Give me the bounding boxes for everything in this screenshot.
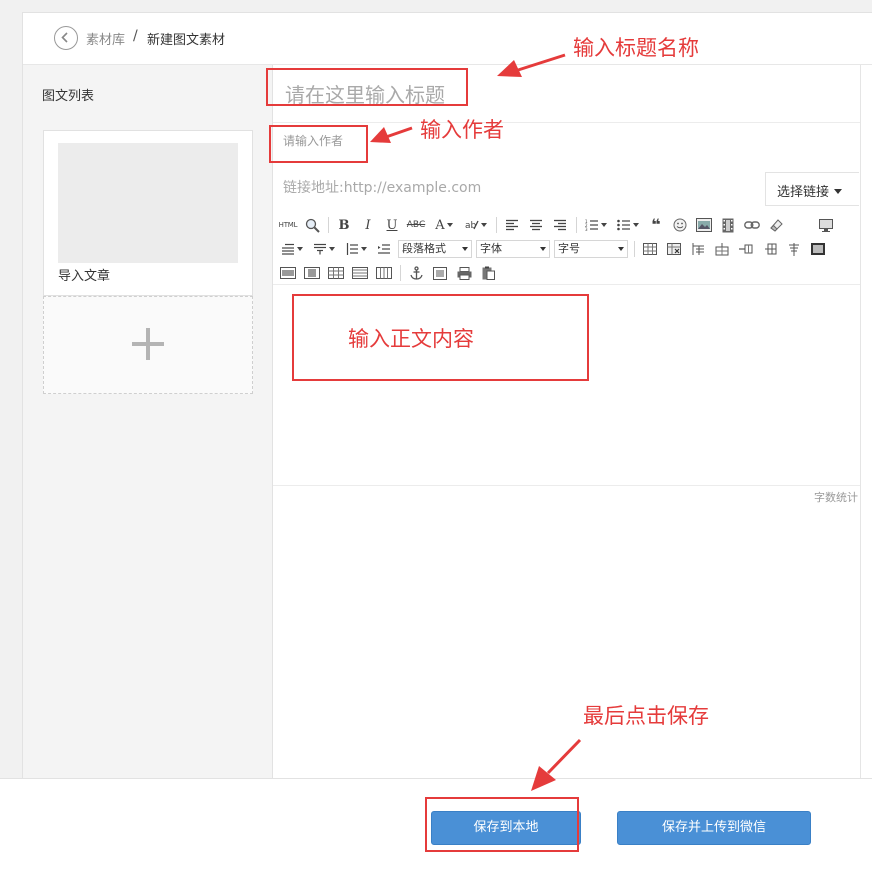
plus-icon (132, 328, 164, 360)
preview-screen-icon[interactable] (816, 216, 836, 234)
breadcrumb-library-link[interactable]: 素材库 (86, 29, 125, 48)
split-rows-icon[interactable] (350, 264, 370, 282)
select-link-button[interactable]: 选择链接 (765, 172, 859, 206)
delete-column-icon[interactable] (784, 240, 804, 258)
action-bar: 保存到本地 保存并上传到微信 (0, 778, 872, 870)
video-icon[interactable] (718, 216, 738, 234)
html-source-label: HTML (278, 221, 298, 229)
link-icon[interactable] (742, 216, 762, 234)
delete-table-icon[interactable] (664, 240, 684, 258)
font-color-label: A (435, 217, 445, 233)
insert-table-icon[interactable] (640, 240, 660, 258)
align-right-icon[interactable] (550, 216, 570, 234)
chevron-left-icon (61, 32, 68, 43)
material-editor-card: 素材库 / 新建图文素材 图文列表 导入文章 选择链接 HTML (22, 12, 872, 779)
select-link-label: 选择链接 (777, 185, 830, 200)
row-spacing-icon[interactable] (342, 240, 370, 258)
article-editor: 选择链接 HTML B I U ABC A ab (273, 65, 860, 779)
underline-button[interactable]: U (382, 216, 402, 234)
anchor-icon[interactable] (406, 264, 426, 282)
merge-down-icon[interactable] (302, 264, 322, 282)
html-source-button[interactable]: HTML (278, 216, 298, 234)
emoji-icon[interactable] (670, 216, 690, 234)
toolbar-separator (400, 265, 401, 281)
split-cells-icon[interactable] (326, 264, 346, 282)
paragraph-format-select[interactable]: 段落格式 (398, 240, 472, 258)
ordered-list-icon[interactable]: 123 (582, 216, 610, 234)
article-card[interactable]: 导入文章 (43, 130, 253, 296)
article-label: 导入文章 (58, 269, 111, 284)
breadcrumb-separator: / (133, 28, 138, 44)
font-family-select[interactable]: 字体 (476, 240, 550, 258)
line-height-icon[interactable] (278, 240, 306, 258)
breadcrumb: 素材库 / 新建图文素材 (23, 13, 872, 65)
italic-button[interactable]: I (358, 216, 378, 234)
title-input[interactable] (273, 65, 860, 123)
svg-text:3: 3 (585, 227, 588, 231)
insert-paragraph-before-table-icon[interactable] (688, 240, 708, 258)
underline-label: U (386, 217, 398, 233)
font-color-button[interactable]: A (430, 216, 458, 234)
blockquote-icon[interactable]: ❝ (646, 216, 666, 234)
bold-button[interactable]: B (334, 216, 354, 234)
indent-icon[interactable] (374, 240, 394, 258)
article-thumbnail (58, 143, 238, 263)
italic-label: I (365, 217, 371, 233)
paste-plain-icon[interactable] (478, 264, 498, 282)
word-count: 字数统计 (814, 491, 858, 504)
insert-column-icon[interactable] (760, 240, 780, 258)
add-article-button[interactable] (43, 296, 253, 394)
breadcrumb-current: 新建图文素材 (147, 33, 226, 48)
insert-row-icon[interactable] (712, 240, 732, 258)
insert-frame-icon[interactable] (430, 264, 450, 282)
font-family-label: 字体 (480, 242, 502, 255)
merge-cells-icon[interactable] (808, 240, 828, 258)
image-icon[interactable] (694, 216, 714, 234)
highlight-icon[interactable]: ab (462, 216, 490, 234)
article-list-sidebar: 图文列表 导入文章 (23, 65, 273, 779)
strikethrough-button[interactable]: ABC (406, 216, 426, 234)
caret-down-icon (834, 189, 843, 194)
print-icon[interactable] (454, 264, 474, 282)
align-left-icon[interactable] (502, 216, 522, 234)
unordered-list-icon[interactable] (614, 216, 642, 234)
align-center-icon[interactable] (526, 216, 546, 234)
toolbar-separator (496, 217, 497, 233)
strikethrough-label: ABC (406, 220, 426, 230)
font-size-label: 字号 (558, 242, 580, 255)
eraser-icon[interactable] (766, 216, 786, 234)
article-list-title: 图文列表 (42, 89, 95, 104)
split-columns-icon[interactable] (374, 264, 394, 282)
bold-label: B (338, 217, 350, 233)
right-panel-edge (860, 65, 872, 779)
back-button[interactable] (54, 26, 78, 50)
editor-toolbar: HTML B I U ABC A ab 1 2 3 ❝ 段落格式 字体 字号 (274, 210, 859, 283)
save-local-button[interactable]: 保存到本地 (431, 811, 581, 845)
author-input[interactable] (283, 129, 583, 153)
merge-right-icon[interactable] (278, 264, 298, 282)
paragraph-format-label: 段落格式 (402, 242, 446, 255)
link-input[interactable] (283, 178, 743, 198)
toolbar-separator (634, 241, 635, 257)
save-upload-button[interactable]: 保存并上传到微信 (617, 811, 811, 845)
delete-row-icon[interactable] (736, 240, 756, 258)
font-size-select[interactable]: 字号 (554, 240, 628, 258)
toolbar-separator (576, 217, 577, 233)
preview-icon[interactable] (302, 216, 322, 234)
toolbar-separator (328, 217, 329, 233)
content-editor[interactable] (273, 284, 860, 486)
paragraph-spacing-icon[interactable] (310, 240, 338, 258)
